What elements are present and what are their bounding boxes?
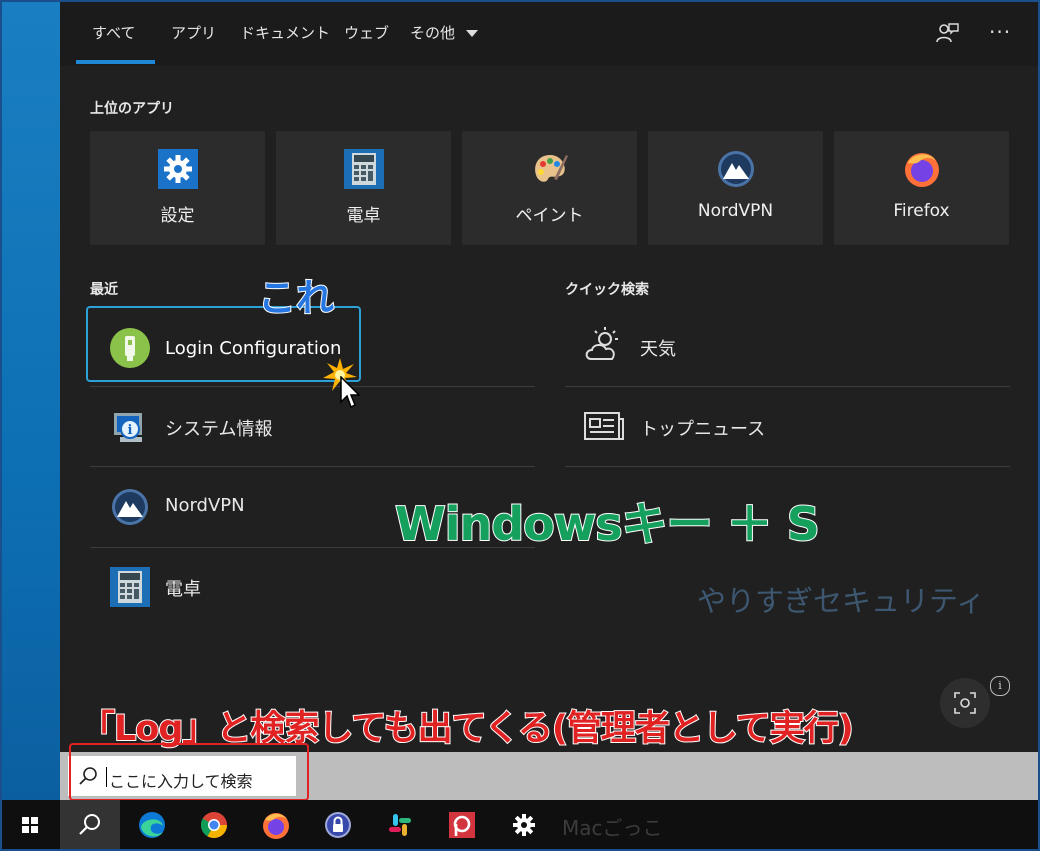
- tile-label: Firefox: [893, 201, 950, 221]
- quick-search-weather[interactable]: 天気: [565, 307, 1010, 387]
- tab-documents[interactable]: ドキュメント: [240, 22, 330, 44]
- calculator-icon: [110, 567, 150, 607]
- slack-icon: [389, 814, 411, 836]
- tab-more-label: その他: [410, 24, 456, 42]
- recent-item-calculator[interactable]: 電卓: [90, 547, 535, 627]
- desktop-background: [0, 0, 60, 800]
- visual-search-button[interactable]: [940, 678, 990, 728]
- svg-text:i: i: [128, 423, 133, 438]
- tile-label: NordVPN: [697, 201, 774, 221]
- info-icon[interactable]: i: [990, 676, 1010, 696]
- caret-down-icon: [465, 29, 478, 37]
- recent-item-label: Login Configuration: [165, 338, 342, 359]
- chrome-icon: [200, 812, 228, 839]
- camera-lens-icon: [954, 692, 976, 714]
- taskbar-firefox[interactable]: [246, 800, 306, 851]
- tab-bar: すべて アプリ ドキュメント ウェブ その他 ···: [60, 0, 1038, 66]
- tab-web[interactable]: ウェブ: [344, 22, 389, 44]
- search-icon: [79, 814, 100, 835]
- more-options-icon[interactable]: ···: [989, 20, 1011, 44]
- top-apps-heading: 上位のアプリ: [90, 101, 174, 117]
- recent-item-system-info[interactable]: i システム情報: [90, 387, 535, 467]
- taskbar-search-button[interactable]: [60, 800, 120, 851]
- tile-label: 設定: [160, 206, 195, 226]
- paint-palette-icon: [535, 155, 568, 182]
- watermark: やりすぎセキュリティ: [697, 584, 986, 618]
- top-app-nordvpn[interactable]: NordVPN: [648, 131, 823, 245]
- feedback-icon[interactable]: [934, 20, 960, 46]
- recent-item-label: NordVPN: [165, 495, 245, 516]
- recent-item-label: システム情報: [165, 419, 273, 440]
- news-icon: [584, 412, 624, 440]
- taskbar-pocket[interactable]: [432, 800, 492, 851]
- top-app-firefox[interactable]: Firefox: [834, 131, 1009, 245]
- search-panel: すべて アプリ ドキュメント ウェブ その他 ··· 上位のアプリ 設定 電卓 …: [60, 0, 1038, 752]
- active-tab-indicator: [76, 60, 155, 64]
- recent-heading: 最近: [90, 282, 118, 298]
- usb-key-icon: [110, 328, 150, 368]
- taskbar-watermark: Macごっこ: [562, 816, 663, 840]
- tab-all[interactable]: すべて: [92, 22, 135, 44]
- divider: [565, 466, 1010, 467]
- top-app-calculator[interactable]: 電卓: [276, 131, 451, 245]
- firefox-icon: [905, 153, 939, 187]
- tab-apps[interactable]: アプリ: [171, 22, 216, 44]
- nordvpn-icon: [718, 151, 754, 187]
- settings-gear-icon: [513, 814, 535, 836]
- quick-search-heading: クイック検索: [565, 282, 649, 298]
- taskbar-chrome[interactable]: [184, 800, 244, 851]
- top-app-paint[interactable]: ペイント: [462, 131, 637, 245]
- calculator-icon: [344, 149, 384, 189]
- pocket-icon: [449, 812, 475, 838]
- top-app-settings[interactable]: 設定: [90, 131, 265, 245]
- taskbar-lock-app[interactable]: [308, 800, 368, 851]
- windows-start-icon: [22, 817, 38, 833]
- recent-item-label: 電卓: [165, 579, 201, 600]
- tile-label: 電卓: [346, 206, 381, 226]
- nordvpn-icon: [112, 489, 148, 525]
- taskbar-slack[interactable]: [370, 800, 430, 851]
- mouse-cursor-icon: [340, 376, 361, 409]
- taskbar: [0, 800, 1040, 851]
- annotation-kore: これ: [257, 275, 335, 321]
- taskbar-edge[interactable]: [122, 800, 182, 851]
- firefox-icon: [263, 813, 289, 839]
- edge-icon: [139, 812, 165, 838]
- weather-icon: [585, 327, 618, 360]
- system-info-icon: i: [114, 413, 142, 442]
- lock-app-icon: [325, 812, 351, 838]
- start-button[interactable]: [0, 800, 60, 851]
- quick-search-top-news[interactable]: トップニュース: [565, 387, 1010, 467]
- annotation-highlight-box: [69, 743, 309, 801]
- tab-more[interactable]: その他: [410, 22, 478, 44]
- gear-icon: [158, 149, 198, 189]
- quick-search-label: 天気: [640, 339, 676, 360]
- tile-label: ペイント: [515, 206, 584, 226]
- taskbar-settings[interactable]: [494, 800, 554, 851]
- annotation-shortcut: Windowsキー ＋ S: [394, 496, 821, 552]
- quick-search-label: トップニュース: [640, 419, 766, 440]
